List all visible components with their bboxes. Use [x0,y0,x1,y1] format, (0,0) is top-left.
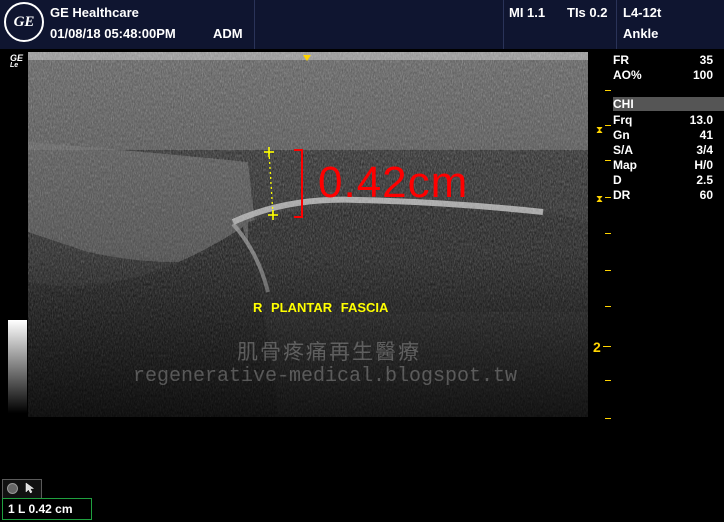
ge-logo-icon: GE [4,2,44,42]
cursor-icon[interactable] [25,482,37,494]
focus-marker-icon[interactable]: ⧗ [596,195,603,205]
watermark-chinese: 肌骨疼痛再生醫療 [237,340,421,364]
header-bar: GE GE Healthcare 01/08/18 05:48:00PM ADM… [0,0,724,49]
brand-label: GE Healthcare [50,5,139,20]
grayscale-bar [8,320,27,413]
param-ao: AO% 100 [613,68,713,82]
focus-marker-icon[interactable]: ⧗ [596,126,603,136]
ge-probe-orientation-icon: GE Le [10,53,24,70]
param-depth: D 2.5 [613,173,713,187]
control-toolbar [2,479,42,499]
param-frq: Frq 13.0 [613,113,713,127]
watermark-url: regenerative-medical.blogspot.tw [133,365,518,388]
param-sa: S/A 3/4 [613,143,713,157]
preset-name: Ankle [623,26,659,41]
operator-id: ADM [213,26,243,41]
anatomy-annotation: R PLANTAR FASCIA [253,300,389,315]
param-map: Map H/0 [613,158,713,172]
exam-datetime: 01/08/18 05:48:00PM [50,26,176,41]
probe-name: L4-12t [623,5,662,20]
depth-label: 2 [593,339,601,355]
chi-mode-label: CHI [613,97,724,111]
param-dr: DR 60 [613,188,713,202]
mi-index: MI 1.1 [509,5,546,20]
measurement-overlay: 0.42cm [318,158,469,207]
tis-index: TIs 0.2 [567,5,608,20]
param-gn: Gn 41 [613,128,713,142]
param-fr: FR 35 [613,53,713,67]
circle-button-icon[interactable] [7,483,18,494]
measurement-result[interactable]: 1 L 0.42 cm [2,498,92,520]
